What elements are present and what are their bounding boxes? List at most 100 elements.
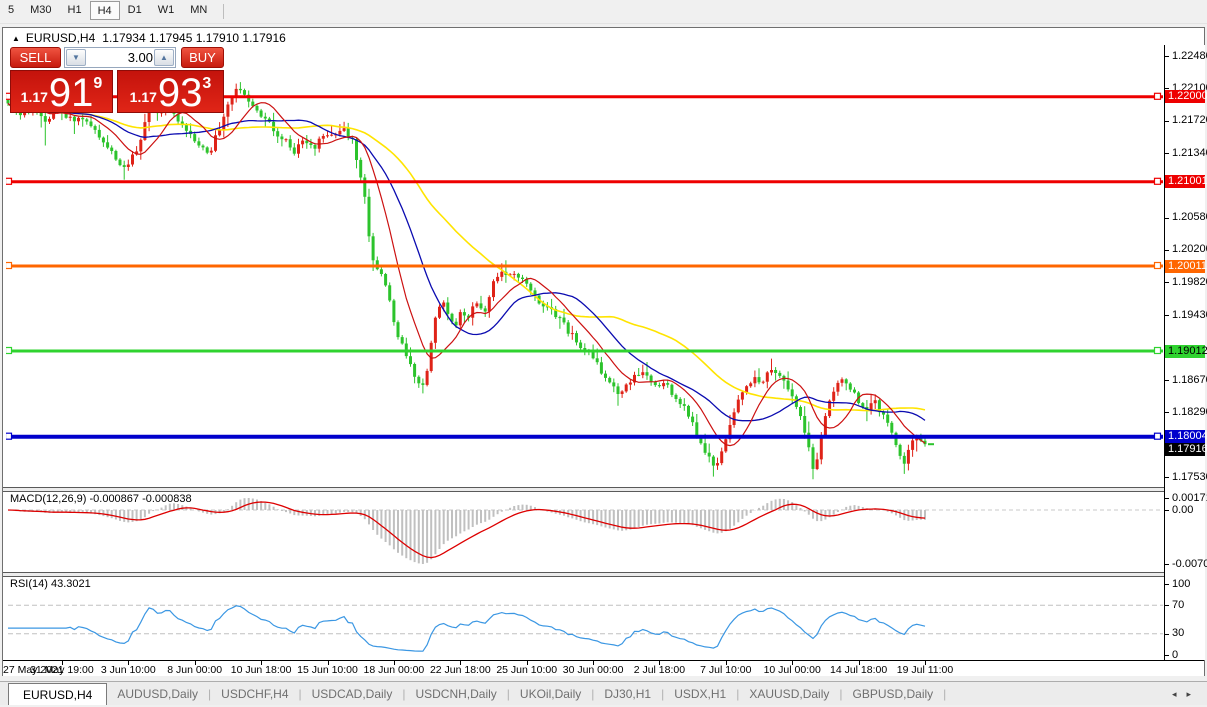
chart-ohlc-values: 1.17934 1.17945 1.17910 1.17916	[102, 31, 286, 45]
tab-eurusd-h4[interactable]: EURUSD,H4	[8, 683, 108, 705]
tab-separator: |	[943, 687, 947, 701]
toolbar-separator	[223, 4, 225, 19]
tab-ukoil-daily[interactable]: UKOil,Daily	[510, 682, 591, 701]
timeframe-button-h1[interactable]: H1	[60, 0, 90, 19]
macd-axis-label: 0.00	[1172, 503, 1194, 516]
rsi-label: RSI(14) 43.3021	[10, 578, 91, 590]
macd-axis-tick	[1165, 510, 1169, 511]
buy-price-big: 93	[157, 71, 203, 115]
macd-signal-value: -0.000838	[142, 493, 192, 505]
timeframe-button-5[interactable]: 5	[0, 0, 22, 19]
volume-spinner: ▼ ▲	[64, 47, 176, 68]
tab-gbpusd-daily[interactable]: GBPUSD,Daily	[842, 682, 943, 701]
tab-usdcnh-daily[interactable]: USDCNH,Daily	[405, 682, 506, 701]
price-tick	[1165, 282, 1169, 284]
rsi-axis-label: 0	[1172, 648, 1179, 661]
price-tick	[1165, 249, 1169, 251]
ma-slow-line	[7, 102, 926, 412]
collapse-icon[interactable]: ▲	[12, 34, 20, 43]
rsi-name: RSI(14)	[10, 578, 48, 590]
rsi-axis-tick	[1165, 605, 1169, 607]
tab-dj30-h1[interactable]: DJ30,H1	[594, 682, 661, 701]
price-level-badge: 1.19012	[1165, 344, 1207, 358]
price-level-badge: 1.22000	[1165, 90, 1207, 104]
macd-histogram	[11, 498, 926, 564]
sell-price-display[interactable]: 1.17 91 9	[10, 70, 113, 113]
price-level-badge: 1.18004	[1165, 430, 1207, 444]
tab-usdx-h1[interactable]: USDX,H1	[664, 682, 736, 701]
price-tick-label: 1.20580	[1172, 211, 1207, 224]
time-axis[interactable]: 27 May 2021 31 May 19:00 3 Jun 10:00 8 Jun …	[3, 660, 1204, 676]
buy-price-sup: 3	[202, 75, 212, 92]
last-price-marker	[928, 443, 934, 446]
tab-usdcad-daily[interactable]: USDCAD,Daily	[302, 682, 403, 701]
rsi-axis-tick	[1165, 633, 1169, 635]
tab-scroll-arrows: ◂ ▸	[1162, 689, 1191, 700]
timeframe-button-mn[interactable]: MN	[182, 0, 215, 19]
sell-price-prefix: 1.17	[20, 89, 48, 105]
price-tick	[1165, 217, 1169, 219]
tab-usdchf-h4[interactable]: USDCHF,H4	[211, 682, 298, 701]
price-tick	[1165, 56, 1169, 57]
price-tick	[1165, 477, 1169, 478]
rsi-axis-tick	[1165, 655, 1169, 656]
volume-input[interactable]	[87, 48, 155, 67]
rsi-panel[interactable]	[6, 577, 1164, 660]
price-tick-label: 1.21720	[1172, 114, 1207, 127]
timeframe-toolbar: 5 M30 H1 H4 D1 W1 MN	[0, 0, 1207, 24]
hline-1.21001[interactable]	[6, 177, 1163, 185]
one-click-trading-panel: SELL ▼ ▲ BUY 1.17919 1.17933	[10, 47, 224, 113]
timeframe-button-d1[interactable]: D1	[120, 0, 150, 19]
macd-label: MACD(12,26,9) -0.000867 -0.000838	[10, 493, 192, 505]
panel-splitter[interactable]	[3, 487, 1204, 492]
rsi-axis-label: 70	[1172, 598, 1185, 611]
macd-axis-tick	[1165, 498, 1169, 499]
price-tick	[1165, 412, 1169, 414]
timeframe-button-h4[interactable]: H4	[89, 1, 120, 20]
panel-splitter[interactable]	[3, 572, 1204, 577]
mt4-window: 5 M30 H1 H4 D1 W1 MN ▲ EURUSD,H4 1.17934 1.17945…	[0, 0, 1207, 707]
price-tick	[1165, 120, 1169, 122]
price-axis[interactable]: 1.224801.221001.217201.213401.205801.202…	[1164, 45, 1207, 661]
tab-audusd-daily[interactable]: AUDUSD,Daily	[107, 682, 208, 701]
down-arrow-icon: ▼	[72, 53, 80, 62]
tabs-scroll-left-icon[interactable]: ◂	[1172, 689, 1177, 699]
rsi-line	[8, 605, 926, 652]
hline-1.20011[interactable]	[6, 261, 1163, 270]
price-tick-label: 1.21340	[1172, 146, 1207, 159]
macd-axis-tick	[1165, 564, 1169, 565]
hline-1.18004[interactable]	[6, 432, 1163, 440]
price-tick-label: 1.18670	[1172, 373, 1207, 386]
time-label: 19 Jul 11:00	[896, 664, 954, 676]
price-level-badge: 1.20011	[1165, 259, 1207, 273]
price-tick	[1165, 380, 1169, 381]
rsi-axis-label: 100	[1172, 577, 1191, 590]
candles-layer	[6, 82, 927, 480]
buy-price-display[interactable]: 1.17 93 3	[117, 70, 224, 113]
rsi-axis-label: 30	[1172, 627, 1185, 640]
chart-title: ▲ EURUSD,H4 1.17934 1.17945 1.17910 1.1791…	[12, 31, 286, 45]
price-tick-label: 1.18290	[1172, 405, 1207, 418]
macd-main-value: -0.000867	[89, 493, 140, 505]
price-tick-label: 1.20200	[1172, 243, 1207, 256]
tabs-scroll-right-icon[interactable]: ▸	[1186, 689, 1191, 699]
macd-name: MACD(12,26,9)	[10, 493, 87, 505]
price-tick-label: 1.22480	[1172, 49, 1207, 62]
sell-price-big: 91	[48, 71, 94, 115]
tab-xauusd-daily[interactable]: XAUUSD,Daily	[739, 682, 839, 701]
price-tick-label: 1.19820	[1172, 275, 1207, 288]
rsi-axis-tick	[1165, 584, 1169, 585]
price-tick	[1165, 315, 1169, 317]
price-tick	[1165, 88, 1169, 90]
price-level-badge: 1.17916	[1165, 443, 1207, 457]
buy-button[interactable]: BUY	[181, 47, 224, 68]
volume-increase-button[interactable]: ▲	[154, 49, 174, 66]
macd-axis-label: -0.00709	[1172, 557, 1207, 570]
sell-button[interactable]: SELL	[10, 47, 61, 68]
price-tick-label: 1.17530	[1172, 470, 1207, 483]
timeframe-button-m30[interactable]: M30	[22, 0, 59, 19]
volume-decrease-button[interactable]: ▼	[66, 49, 86, 66]
timeframe-button-w1[interactable]: W1	[150, 0, 183, 19]
chart-symbol-label: EURUSD,H4	[25, 31, 96, 45]
up-arrow-icon: ▲	[160, 53, 168, 62]
